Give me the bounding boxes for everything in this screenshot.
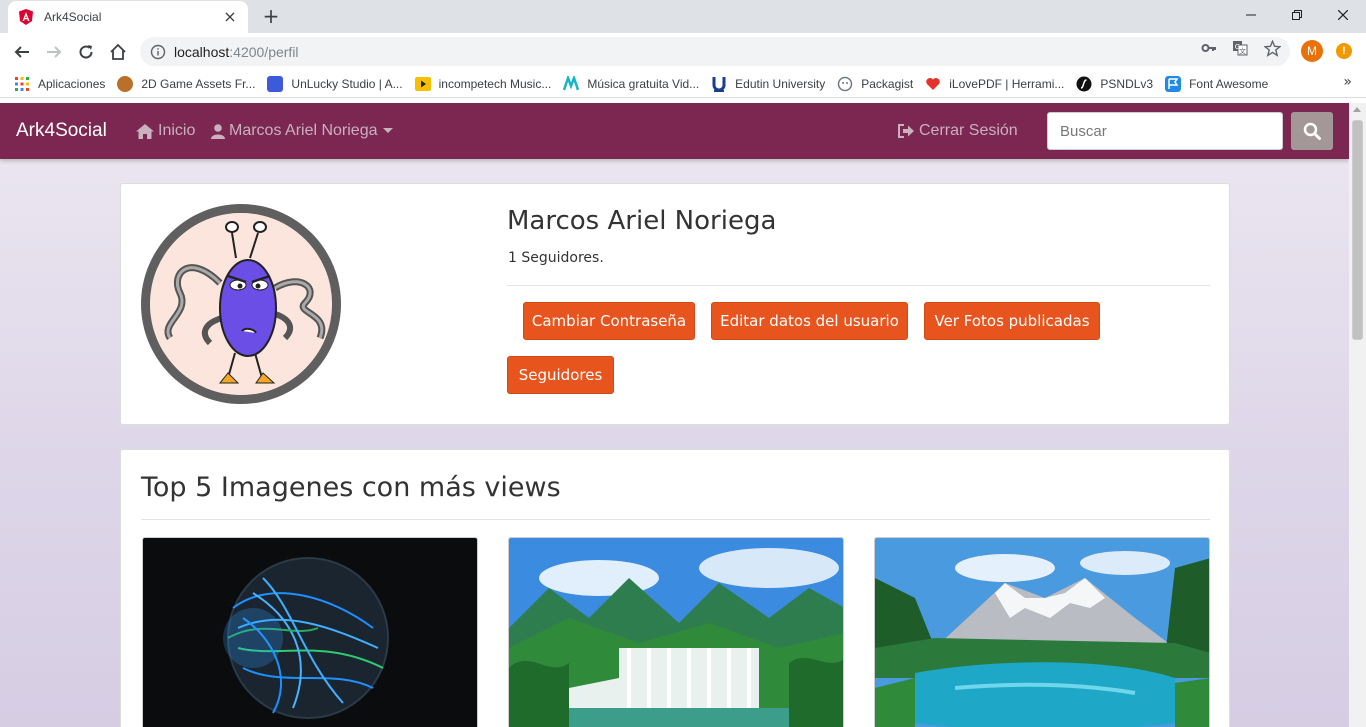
restore-icon[interactable] — [1274, 0, 1320, 30]
profile-avatar-icon[interactable]: M — [1301, 40, 1323, 62]
profile-card: Marcos Ariel Noriega 1 Seguidores. Cambi… — [120, 183, 1230, 425]
nav-logout-label: Cerrar Sesión — [919, 122, 1018, 139]
reload-icon[interactable] — [73, 39, 99, 65]
home-icon[interactable] — [105, 39, 131, 65]
nav-logout-link[interactable]: Cerrar Sesión — [898, 122, 1018, 140]
bookmark-label: Font Awesome — [1189, 76, 1269, 91]
section-title: Top 5 Imagenes con más views — [141, 472, 561, 503]
search-icon — [1303, 122, 1321, 140]
bookmark-unlucky-studio[interactable]: UnLucky Studio | A... — [261, 72, 408, 96]
sign-out-icon — [898, 124, 914, 138]
mountain-lake-image[interactable] — [874, 537, 1210, 727]
change-password-button[interactable]: Cambiar Contraseña — [523, 302, 695, 340]
bookmark-label: Edutin University — [735, 76, 826, 91]
divider — [507, 285, 1210, 286]
bookmark-label: iLovePDF | Herrami... — [949, 76, 1065, 91]
svg-text:G: G — [1235, 43, 1240, 51]
flag-icon — [1165, 75, 1182, 92]
bookmark-aplicaciones[interactable]: Aplicaciones — [8, 72, 111, 96]
translate-icon[interactable]: 文G — [1231, 39, 1249, 57]
bookmarks-bar: Aplicaciones 2D Game Assets Fr... UnLuck… — [0, 70, 1366, 98]
tab-title: Ark4Social — [44, 10, 102, 24]
scrollbar-thumb[interactable] — [1352, 120, 1363, 340]
avatar — [141, 204, 341, 404]
followers-button[interactable]: Seguidores — [507, 356, 614, 394]
bookmark-packagist[interactable]: Packagist — [831, 72, 919, 96]
bookmark-label: Packagist — [861, 76, 914, 91]
earth-globe-image[interactable] — [142, 537, 478, 727]
play-icon — [414, 76, 431, 91]
nav-home-link[interactable]: Inicio — [136, 122, 195, 140]
bookmark-2d-game-assets[interactable]: 2D Game Assets Fr... — [111, 72, 261, 96]
bookmark-musica-gratuita[interactable]: Música gratuita Vid... — [557, 72, 705, 96]
house-icon — [136, 123, 154, 139]
search-input[interactable] — [1047, 112, 1283, 150]
more-bookmarks-icon[interactable]: » — [1343, 74, 1352, 90]
bookmark-font-awesome[interactable]: Font Awesome — [1159, 72, 1274, 96]
info-icon[interactable] — [150, 44, 166, 60]
bookmark-incompetech[interactable]: incompetech Music... — [409, 72, 558, 96]
address-bar[interactable]: localhost:4200/perfil — [140, 37, 1290, 66]
edit-user-button[interactable]: Editar datos del usuario — [711, 302, 908, 340]
packagist-icon — [837, 76, 853, 91]
browser-tab[interactable]: Ark4Social × — [8, 1, 248, 33]
game-assets-icon — [117, 75, 134, 92]
bookmark-label: Aplicaciones — [38, 76, 106, 91]
nav-user-label: Marcos Ariel Noriega — [229, 122, 378, 139]
close-tab-icon[interactable]: × — [222, 9, 238, 25]
avatar-image — [150, 213, 332, 395]
url-host: localhost — [174, 43, 230, 60]
key-icon[interactable] — [1200, 39, 1218, 57]
nav-home-label: Inicio — [158, 122, 196, 139]
apps-grid-icon — [15, 76, 29, 91]
unlucky-icon — [267, 75, 284, 92]
bookmark-edutin[interactable]: Edutin University — [705, 72, 831, 96]
edutin-icon — [712, 76, 726, 92]
url-path: :4200/perfil — [229, 43, 299, 60]
view-photos-button[interactable]: Ver Fotos publicadas — [924, 302, 1100, 340]
bookmark-label: PSNDLv3 — [1100, 76, 1154, 91]
search-button[interactable] — [1291, 112, 1333, 150]
heart-icon — [926, 77, 940, 90]
bookmark-label: 2D Game Assets Fr... — [141, 76, 256, 91]
caret-down-icon — [382, 128, 393, 133]
angular-icon — [19, 9, 33, 25]
nav-user-dropdown[interactable]: Marcos Ariel Noriega — [211, 122, 398, 140]
music-icon — [563, 75, 580, 90]
bookmark-label: incompetech Music... — [438, 76, 552, 91]
bookmark-label: UnLucky Studio | A... — [291, 76, 403, 91]
bookmark-psndlv3[interactable]: PSNDLv3 — [1070, 72, 1159, 96]
app-navbar: Ark4Social Inicio Marcos Ariel Noriega C… — [0, 103, 1349, 159]
forward-icon[interactable] — [41, 39, 67, 65]
back-icon[interactable] — [9, 39, 35, 65]
minimize-icon[interactable] — [1228, 0, 1274, 30]
symfony-icon — [1076, 76, 1092, 91]
close-window-icon[interactable] — [1320, 0, 1366, 30]
scroll-up-icon[interactable] — [1353, 107, 1361, 112]
bookmark-ilovepdf[interactable]: iLovePDF | Herrami... — [919, 72, 1070, 96]
page-viewport: Ark4Social Inicio Marcos Ariel Noriega C… — [0, 103, 1349, 727]
page-scrollbar[interactable] — [1349, 103, 1366, 727]
followers-count: 1 Seguidores. — [508, 250, 604, 266]
browser-toolbar: localhost:4200/perfil 文G — [0, 33, 1366, 70]
new-tab-icon[interactable]: + — [260, 5, 282, 27]
bookmark-label: Música gratuita Vid... — [587, 76, 700, 91]
star-icon[interactable] — [1263, 39, 1281, 57]
alert-icon[interactable]: ! — [1336, 43, 1352, 59]
divider — [141, 519, 1210, 520]
profile-name: Marcos Ariel Noriega — [507, 206, 777, 236]
user-icon — [211, 123, 225, 139]
browser-tabstrip: Ark4Social × + — [0, 0, 1366, 33]
top-images-card: Top 5 Imagenes con más views — [120, 449, 1230, 727]
brand-logo[interactable]: Ark4Social — [16, 120, 107, 142]
bug-character-icon — [150, 213, 332, 395]
waterfall-image[interactable] — [508, 537, 844, 727]
